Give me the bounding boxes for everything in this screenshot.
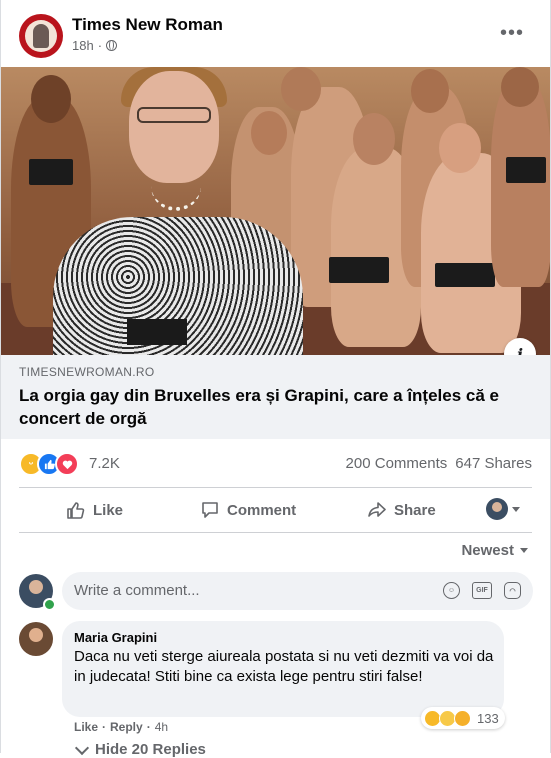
globe-icon[interactable]	[106, 40, 118, 51]
figure-head	[411, 69, 449, 113]
action-bar: Like Comment Share	[19, 490, 532, 530]
figure-head	[439, 123, 481, 173]
glasses	[137, 107, 211, 123]
woman-head	[129, 71, 219, 183]
collapse-arrow-icon	[74, 740, 90, 755]
comment-time[interactable]: 4h	[155, 720, 168, 734]
commenter-avatar[interactable]	[19, 622, 53, 656]
reactions-count[interactable]: 7.2K	[89, 455, 120, 472]
engagement-stats: 200 Comments 647 Shares	[346, 455, 532, 472]
chevron-down-icon	[512, 506, 520, 512]
figure-brief	[29, 159, 73, 185]
comment-placeholder: Write a comment...	[74, 582, 200, 599]
like-button[interactable]: Like	[66, 500, 123, 520]
separator: ·	[102, 720, 107, 734]
link-headline[interactable]: La orgia gay din Bruxelles era și Grapin…	[19, 384, 519, 430]
post-as-selector[interactable]	[486, 498, 520, 520]
sort-label: Newest	[461, 542, 514, 559]
figure-brief	[506, 157, 546, 183]
separator: ·	[146, 720, 151, 734]
share-label: Share	[394, 501, 436, 519]
divider	[19, 532, 532, 533]
comment-author[interactable]: Maria Grapini	[74, 630, 157, 645]
figure-head	[281, 67, 321, 111]
replies-label: Hide 20 Replies	[95, 741, 206, 758]
online-status-icon	[43, 598, 56, 611]
comment-label: Comment	[227, 501, 297, 519]
figure-head	[353, 113, 395, 165]
comment-reaction-count: 133	[477, 710, 499, 726]
figure-head	[31, 75, 71, 123]
comment-like-link[interactable]: Like	[74, 720, 98, 734]
avatar-figure	[33, 24, 49, 48]
like-label: Like	[93, 501, 124, 519]
comment-icon	[202, 502, 218, 518]
comment-bubble: Maria Grapini Daca nu veti sterge aiurea…	[62, 621, 504, 717]
gif-icon[interactable]: GIF	[472, 582, 492, 599]
comment-reply-link[interactable]: Reply	[110, 720, 143, 734]
more-options-icon[interactable]: •••	[500, 22, 524, 45]
post-image[interactable]	[1, 67, 550, 355]
user-avatar	[486, 498, 508, 520]
figure-head	[501, 67, 539, 107]
page-avatar[interactable]	[19, 14, 63, 58]
reaction-icons[interactable]: ᵕ	[19, 452, 81, 476]
comment-actions: Like · Reply · 4h	[74, 720, 168, 734]
comment-button[interactable]: Comment	[200, 500, 296, 520]
figure-brief	[329, 257, 389, 283]
love-icon	[55, 452, 79, 476]
figure-brief	[435, 263, 495, 287]
thumbs-up-icon	[67, 502, 85, 519]
page-name[interactable]: Times New Roman	[72, 15, 223, 35]
sticker-icon[interactable]: ◠	[504, 582, 521, 599]
sad-icon	[454, 709, 471, 727]
reactions-summary: ᵕ 7.2K 200 Comments 647 Shares	[19, 450, 532, 480]
post-time[interactable]: 18h	[72, 38, 94, 53]
belt	[127, 319, 187, 345]
comment-input-tools: ☺ GIF ◠	[443, 582, 521, 599]
comments-count[interactable]: 200 Comments	[346, 455, 448, 472]
share-icon	[368, 502, 386, 517]
chevron-down-icon	[520, 548, 528, 553]
link-domain: TIMESNEWROMAN.RO	[19, 365, 155, 379]
post-meta: 18h ·	[72, 38, 118, 53]
comment-reactions[interactable]: 133	[421, 707, 505, 729]
shares-count[interactable]: 647 Shares	[455, 455, 532, 472]
comment-text: Daca nu veti sterge aiureala postata si …	[74, 648, 494, 685]
post-header: Times New Roman 18h · •••	[1, 0, 550, 66]
emoji-icon[interactable]: ☺	[443, 582, 460, 599]
post-card: Times New Roman 18h · ••• i TIMESNEWROMA…	[0, 0, 551, 758]
meta-separator: ·	[97, 38, 103, 53]
heart-icon	[62, 460, 72, 469]
hide-replies-link[interactable]: Hide 20 Replies	[74, 740, 206, 758]
divider	[19, 487, 532, 488]
comment-input[interactable]: Write a comment... ☺ GIF ◠	[62, 572, 533, 610]
comment-sort-dropdown[interactable]: Newest	[461, 542, 528, 559]
share-button[interactable]: Share	[367, 500, 436, 520]
thumb-icon	[44, 459, 55, 469]
figure-head	[251, 111, 287, 155]
